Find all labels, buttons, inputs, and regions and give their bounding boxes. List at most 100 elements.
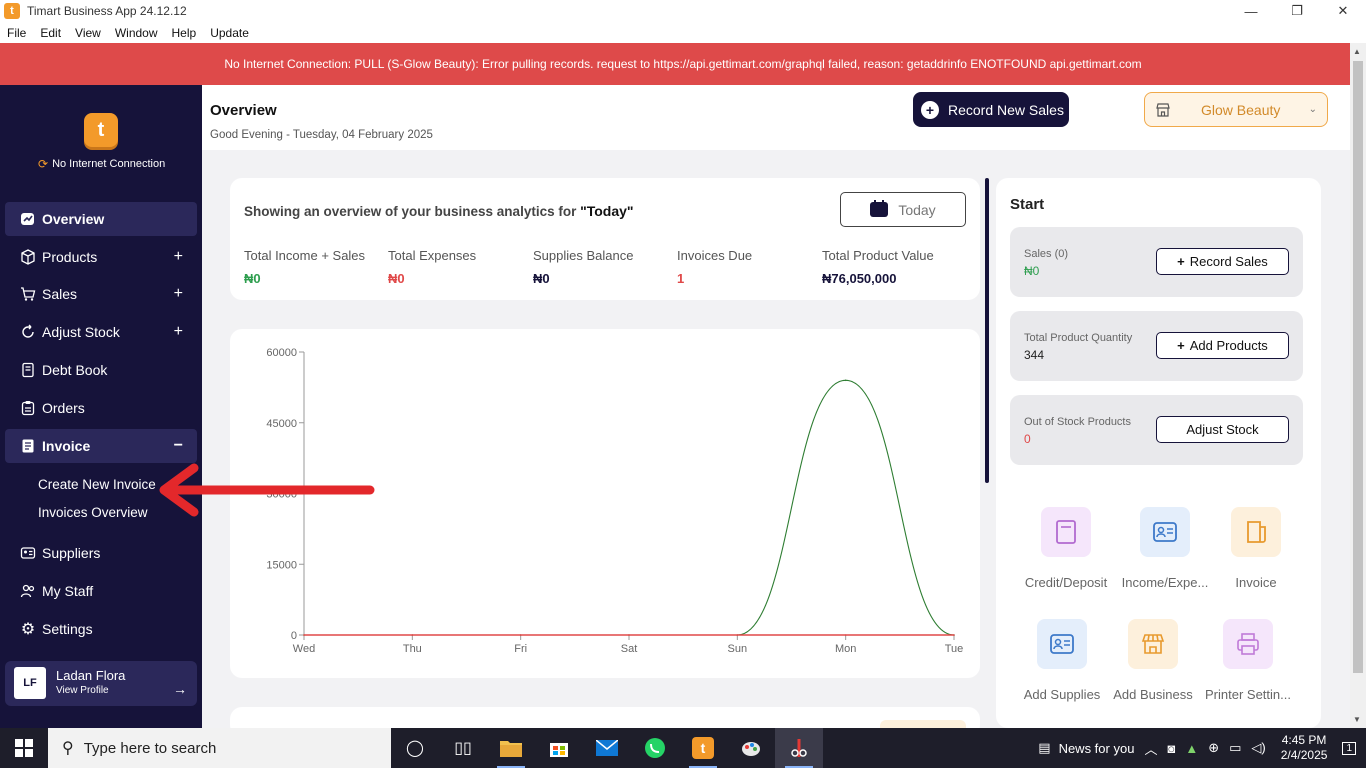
expand-icon[interactable]: + [174,323,183,341]
news-icon: ▤ [1038,740,1051,755]
expand-icon[interactable]: + [174,285,183,303]
stat-total-income: Total Income + Sales ₦0 [244,248,365,286]
page-scrollbar[interactable]: ▲ ▼ [1350,43,1366,728]
invoice-icon [19,437,37,455]
scrollbar-thumb[interactable] [1353,61,1363,673]
data-point [411,634,414,636]
drive-icon[interactable]: ▲ [1185,741,1198,756]
tile-add-business[interactable]: Add Business [1103,619,1203,702]
scroll-down-icon[interactable]: ▼ [1353,715,1361,724]
button-label: Adjust Stock [1186,422,1259,437]
minimize-button[interactable]: — [1228,0,1274,22]
gear-icon: ⚙ [20,621,36,638]
menu-window[interactable]: Window [115,26,158,40]
tile-invoice[interactable]: Invoice [1206,507,1306,590]
chevron-up-icon[interactable]: ︿ [1144,739,1157,758]
chevron-down-icon: ⌄ [1308,104,1317,115]
taskbar-search[interactable]: ⚲ Type here to search [48,728,391,768]
mail-icon[interactable] [583,728,631,768]
sidebar-item-overview[interactable]: Overview [5,202,197,236]
clock[interactable]: 4:45 PM 2/4/2025 [1281,733,1328,763]
maximize-button[interactable]: ❐ [1274,0,1320,22]
stat-label: Supplies Balance [533,248,634,263]
tile-label: Printer Settin... [1205,687,1291,702]
error-banner: No Internet Connection: PULL (S-Glow Bea… [0,43,1366,85]
adjust-stock-button[interactable]: Adjust Stock [1156,416,1289,443]
out-of-stock-card: Out of Stock Products 0 Adjust Stock [1010,395,1303,465]
sidebar-subitem-invoices-overview[interactable]: Invoices Overview [38,505,148,520]
menu-edit[interactable]: Edit [40,26,61,40]
stat-value: ₦76,050,000 [822,271,897,286]
clock-time: 4:45 PM [1281,733,1327,747]
sidebar-item-label: Settings [42,621,93,637]
product-quantity-card: Total Product Quantity 344 + Add Product… [1010,311,1303,381]
x-tick-label: Mon [835,643,856,655]
avatar: LF [14,667,46,699]
volume-icon[interactable]: ◁) [1251,740,1265,756]
menu-update[interactable]: Update [210,26,249,40]
whatsapp-icon[interactable] [631,728,679,768]
book-icon [19,361,37,379]
sidebar-item-settings[interactable]: ⚙ Settings [5,612,197,646]
sidebar-item-orders[interactable]: Orders [5,391,197,425]
file-explorer-icon[interactable] [487,728,535,768]
refresh-icon [19,323,37,341]
tile-label: Add Business [1113,687,1193,702]
tile-add-supplies[interactable]: Add Supplies [1012,619,1112,702]
sidebar-subitem-create-new-invoice[interactable]: Create New Invoice [38,477,156,492]
period-selector-button[interactable]: Today [840,192,966,227]
sidebar-item-label: Overview [42,211,105,227]
start-title: Start [1010,196,1045,213]
annotation-arrow-icon [159,463,375,517]
timart-app-icon[interactable]: t [679,728,727,768]
add-products-button[interactable]: + Add Products [1156,332,1289,359]
arrow-right-icon[interactable]: → [173,681,187,697]
snipping-tool-icon[interactable] [775,728,823,768]
app-icon: t [4,3,20,19]
paint-app-icon[interactable] [727,728,775,768]
window-controls: — ❐ ✕ [1228,0,1366,22]
x-tick-label: Sun [728,643,748,655]
notifications-icon[interactable]: 1 [1342,741,1356,755]
battery-icon[interactable]: ▭ [1229,740,1241,756]
menu-view[interactable]: View [75,26,101,40]
close-button[interactable]: ✕ [1320,0,1366,22]
scroll-up-icon[interactable]: ▲ [1353,47,1361,56]
period-label: Today [898,201,936,218]
panel-divider [985,178,989,483]
store-app-icon[interactable] [535,728,583,768]
profile-card[interactable]: LF Ladan Flora View Profile → [5,661,197,706]
title-bar: t Timart Business App 24.12.12 — ❐ ✕ [0,0,1366,22]
sidebar-item-my-staff[interactable]: My Staff [5,574,197,608]
expand-icon[interactable]: + [174,248,183,266]
sidebar-item-products[interactable]: Products + [5,240,197,274]
view-profile-link[interactable]: View Profile [56,685,109,696]
stat-total-product-value: Total Product Value ₦76,050,000 [822,248,934,286]
menu-file[interactable]: File [7,26,26,40]
record-new-sales-button[interactable]: + Record New Sales [913,92,1069,127]
sidebar-item-suppliers[interactable]: Suppliers [5,536,197,570]
sidebar-item-sales[interactable]: Sales + [5,277,197,311]
sidebar-item-debt-book[interactable]: Debt Book [5,353,197,387]
x-tick-label: Thu [403,643,422,655]
windows-start-button[interactable] [0,728,48,768]
sidebar-item-adjust-stock[interactable]: Adjust Stock + [5,315,197,349]
task-view-icon[interactable]: ▯▯ [439,728,487,768]
network-icon[interactable]: ⊕ [1208,740,1219,756]
camera-icon[interactable]: ◙ [1167,741,1175,756]
tile-printer-settings[interactable]: Printer Settin... [1198,619,1298,702]
news-widget[interactable]: ▤ News for you [1038,740,1134,756]
record-sales-button[interactable]: + Record Sales [1156,248,1289,275]
main-header: Overview Good Evening - Tuesday, 04 Febr… [202,85,1350,150]
tile-income-expense[interactable]: Income/Expe... [1115,507,1215,590]
data-point [628,634,630,636]
sidebar-item-invoice[interactable]: Invoice − [5,429,197,463]
tile-label: Income/Expe... [1121,575,1209,590]
sync-icon: ⟳ [38,157,49,171]
greeting: Good Evening - Tuesday, 04 February 2025 [210,129,433,141]
collapse-icon[interactable]: − [174,437,183,455]
store-selector[interactable]: Glow Beauty ⌄ [1144,92,1328,127]
menu-help[interactable]: Help [172,26,197,40]
cortana-icon[interactable]: ◯ [391,728,439,768]
tile-credit-deposit[interactable]: Credit/Deposit [1016,507,1116,590]
